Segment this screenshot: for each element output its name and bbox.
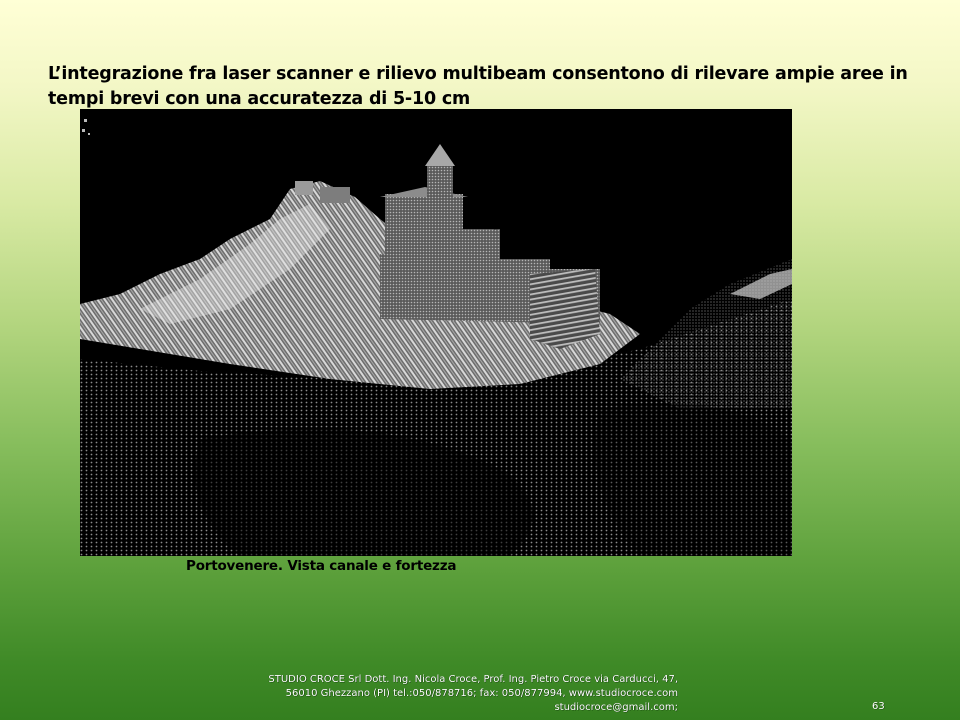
footer-line-2: 56010 Ghezzano (PI) tel.:050/878716; fax… — [285, 688, 678, 699]
page-number: 63 — [872, 701, 885, 712]
ridge-building-2 — [320, 187, 350, 203]
image-caption: Portovenere. Vista canale e fortezza — [186, 558, 457, 574]
footer-credits: STUDIO CROCE Srl Dott. Ing. Nicola Croce… — [150, 673, 678, 715]
church-tower — [427, 164, 453, 209]
sea-floor-dark-channel-2 — [595, 403, 792, 556]
church-wing — [458, 229, 494, 269]
slide-title: L’integrazione fra laser scanner e rilie… — [48, 64, 908, 109]
point-cloud-scan-image — [80, 109, 792, 556]
ridge-building-1 — [295, 181, 313, 195]
footer-line-3: studiocroce@gmail.com; — [554, 702, 678, 713]
footer-line-1: STUDIO CROCE Srl Dott. Ing. Nicola Croce… — [268, 674, 678, 685]
fortress-cliff-right — [530, 269, 600, 349]
